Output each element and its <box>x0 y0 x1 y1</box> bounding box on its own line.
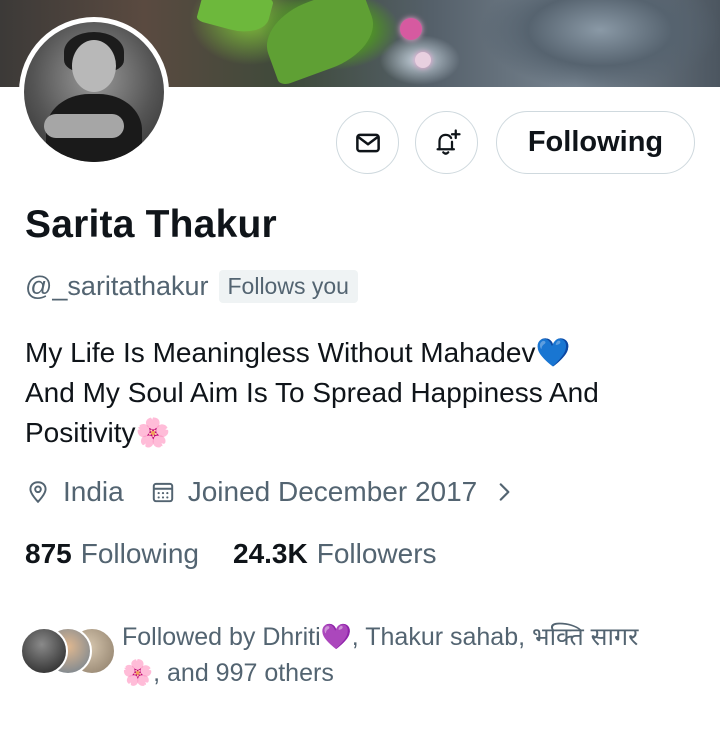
banner-flower <box>400 18 422 40</box>
mutual-followers-avatars[interactable] <box>20 627 116 677</box>
following-button[interactable]: Following <box>496 111 695 174</box>
following-count: 875 <box>25 538 72 569</box>
avatar-photo <box>24 22 164 162</box>
bio-line: And My Soul Aim Is To Spread Happiness A… <box>25 377 599 408</box>
follows-you-badge: Follows you <box>218 270 358 303</box>
avatar <box>20 627 68 675</box>
bio-line: Positivity🌸 <box>25 417 171 448</box>
following-label: Following <box>80 538 199 569</box>
profile-avatar[interactable] <box>19 17 169 167</box>
location: India <box>25 476 124 508</box>
handle-row: @_saritathakur Follows you <box>25 270 358 303</box>
followed-by-line: 🌸, and 997 others <box>122 659 334 687</box>
profile-bio: My Life Is Meaningless Without Mahadev💙 … <box>25 333 705 453</box>
mail-icon <box>355 133 380 152</box>
chevron-right-icon[interactable] <box>491 479 517 505</box>
profile-handle: @_saritathakur <box>25 271 209 301</box>
bio-line: My Life Is Meaningless Without Mahadev💙 <box>25 337 571 368</box>
following-stat[interactable]: 875 Following <box>25 538 199 570</box>
bell-plus-icon <box>436 128 461 155</box>
location-pin-icon <box>29 481 47 504</box>
followed-by-text[interactable]: Followed by Dhriti💜, Thakur sahab, भक्ति… <box>122 619 682 691</box>
follow-stats: 875 Following 24.3K Followers <box>25 538 437 570</box>
notify-button[interactable] <box>415 111 478 174</box>
joined-text: Joined December 2017 <box>187 476 478 507</box>
banner-flower <box>415 52 431 68</box>
followers-stat[interactable]: 24.3K Followers <box>233 538 437 570</box>
followed-by-line: Followed by Dhriti💜, Thakur sahab, भक्ति… <box>122 623 639 651</box>
followers-count: 24.3K <box>233 538 308 569</box>
profile-meta: India Joined December 2017 <box>25 476 517 508</box>
message-button[interactable] <box>336 111 399 174</box>
joined-date[interactable]: Joined December 2017 <box>150 476 518 508</box>
banner-leaf <box>196 0 274 39</box>
calendar-icon <box>152 482 173 503</box>
banner-leaf <box>256 0 384 87</box>
location-text: India <box>63 476 124 507</box>
followers-label: Followers <box>316 538 437 569</box>
profile-name: Sarita Thakur <box>25 203 277 246</box>
